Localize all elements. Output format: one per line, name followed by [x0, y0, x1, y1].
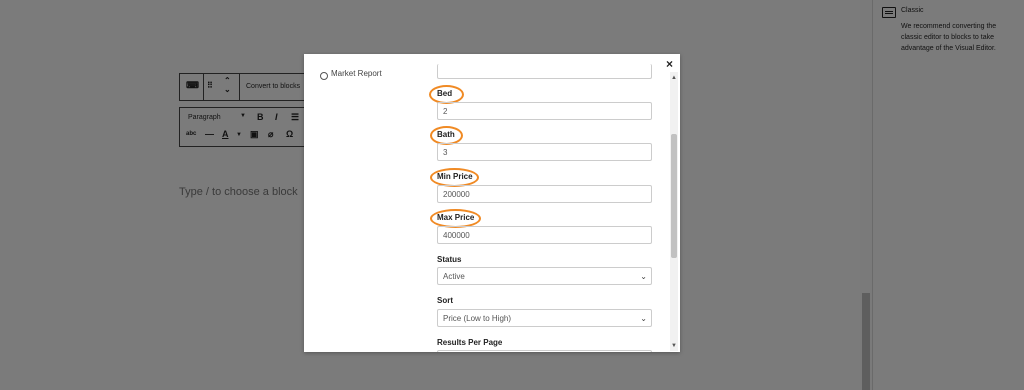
market-report-radio[interactable] [320, 72, 328, 80]
results-per-page-select[interactable] [437, 350, 652, 352]
shortcode-settings-modal: × Market Report Bed 2 Bath 3 Min Price 2… [304, 54, 680, 352]
scroll-up-icon[interactable]: ▲ [671, 75, 677, 81]
max-price-input[interactable]: 400000 [437, 226, 652, 244]
sort-label: Sort [437, 296, 453, 305]
scroll-down-icon[interactable]: ▼ [671, 343, 677, 349]
clear-format-icon[interactable]: ⌀ [268, 129, 273, 140]
sort-select[interactable]: Price (Low to High) ⌄ [437, 309, 652, 327]
bath-input[interactable]: 3 [437, 143, 652, 161]
paste-icon[interactable]: ▣ [250, 129, 259, 140]
min-price-input[interactable]: 200000 [437, 185, 652, 203]
dropdown-arrow-icon[interactable]: ▼ [240, 113, 246, 119]
color-dropdown-icon[interactable]: ▼ [236, 132, 242, 138]
drag-handle-icon[interactable]: ⠿ [207, 81, 213, 90]
modal-scrollbar-thumb[interactable] [671, 134, 677, 258]
status-select[interactable]: Active ⌄ [437, 267, 652, 285]
convert-to-blocks-button[interactable]: Convert to blocks [246, 83, 300, 90]
close-icon[interactable]: × [666, 57, 673, 71]
list-icon[interactable]: ☰ [291, 112, 299, 123]
block-card-description: We recommend converting the classic edit… [901, 23, 997, 52]
chevron-down-icon: ⌄ [640, 272, 647, 281]
results-per-page-label: Results Per Page [437, 338, 503, 347]
paragraph-select[interactable]: Paragraph [188, 114, 221, 121]
italic-icon[interactable]: I [275, 112, 278, 122]
chevron-down-icon: ⌄ [640, 314, 647, 323]
status-value: Active [443, 272, 465, 281]
keyboard-icon [882, 7, 896, 18]
block-inspector-sidebar [872, 0, 1024, 390]
bold-icon[interactable]: B [257, 112, 264, 122]
keyboard-icon: ⌨ [186, 80, 199, 90]
block-card-title: Classic [901, 7, 924, 14]
bed-input[interactable]: 2 [437, 102, 652, 120]
special-char-icon[interactable]: Ω [286, 129, 293, 139]
sidebar-scrollbar[interactable] [862, 293, 870, 390]
previous-field-input[interactable] [437, 64, 652, 79]
market-report-label: Market Report [331, 69, 382, 78]
horizontal-line-icon[interactable]: — [205, 129, 214, 139]
status-label: Status [437, 255, 462, 264]
block-toolbar: ⌨ ⠿ ⌃ ⌄ Convert to blocks [179, 73, 311, 101]
block-placeholder[interactable]: Type / to choose a block [179, 186, 298, 198]
block-type-button[interactable]: ⌨ [180, 74, 204, 100]
sort-value: Price (Low to High) [443, 314, 512, 323]
block-mover[interactable]: ⠿ ⌃ ⌄ [204, 74, 240, 100]
classic-formatting-toolbar: Paragraph ▼ B I ☰ abc — A ▼ ▣ ⌀ Ω [179, 107, 311, 147]
chevron-up-icon[interactable]: ⌃ [224, 76, 231, 85]
text-color-icon[interactable]: A [222, 129, 229, 139]
strikethrough-icon[interactable]: abc [186, 131, 196, 137]
chevron-down-icon[interactable]: ⌄ [224, 85, 231, 94]
